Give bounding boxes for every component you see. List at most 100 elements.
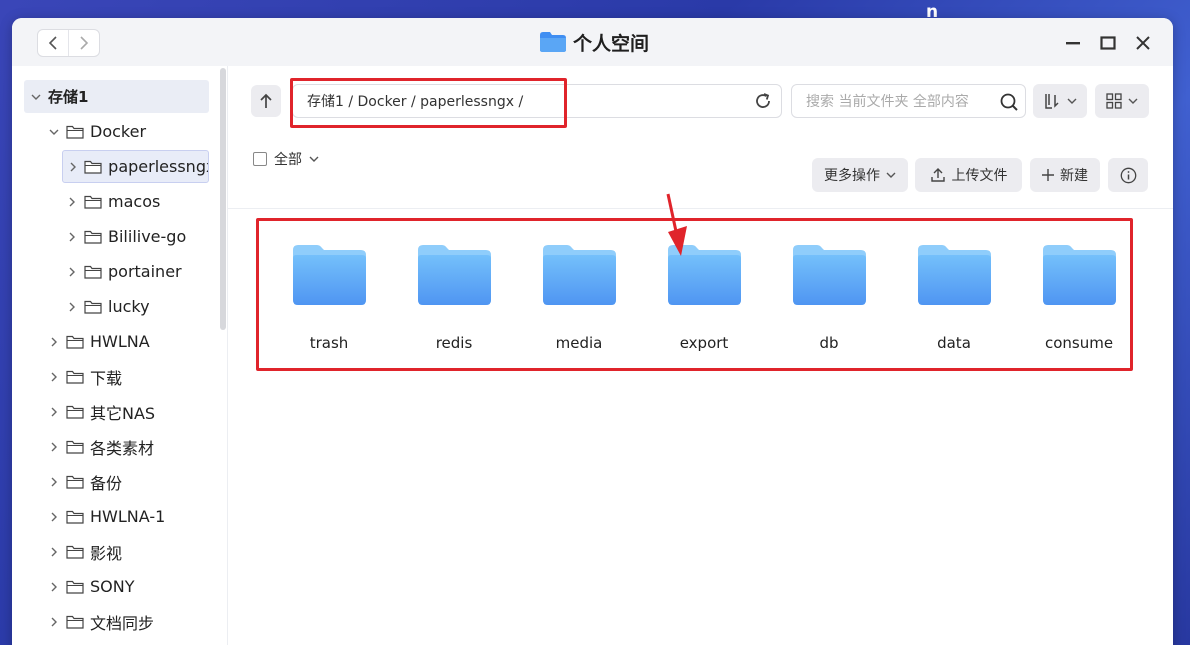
minimize-button[interactable] — [1062, 32, 1084, 54]
chevron-right-icon[interactable] — [48, 512, 60, 522]
chevron-right-icon[interactable] — [48, 407, 60, 417]
folder-item[interactable]: media — [524, 242, 634, 362]
chevron-down-icon[interactable] — [30, 92, 42, 102]
sidebar-scrollbar[interactable] — [220, 68, 226, 330]
folder-item[interactable]: db — [774, 242, 884, 362]
folder-icon — [1041, 242, 1117, 310]
folder-name: trash — [309, 334, 349, 352]
sidebar-item-label: macos — [108, 192, 161, 211]
select-all-dropdown[interactable]: 全部 — [253, 149, 319, 169]
chevron-down-icon[interactable] — [48, 127, 60, 137]
more-actions-button[interactable]: 更多操作 — [812, 158, 908, 192]
folder-icon — [84, 230, 102, 244]
sidebar-item[interactable]: 备份 — [48, 465, 122, 498]
search-icon[interactable] — [999, 92, 1019, 112]
upload-icon — [930, 168, 945, 182]
sidebar-item[interactable]: 其它NAS — [48, 395, 155, 428]
folder-icon — [84, 265, 102, 279]
chevron-right-icon[interactable] — [48, 372, 60, 382]
plus-icon — [1042, 169, 1054, 181]
sidebar-item[interactable]: SONY — [48, 570, 135, 603]
folder-item[interactable]: export — [649, 242, 759, 362]
upload-label: 上传文件 — [951, 168, 1008, 184]
sidebar-item[interactable]: lucky — [66, 290, 150, 323]
file-manager-window: 个人空间 存储1 Docker paperlessngx macos Bililive… — [12, 18, 1173, 645]
folder-icon — [66, 405, 84, 419]
new-button[interactable]: 新建 — [1030, 158, 1100, 192]
sidebar-item[interactable]: 影视 — [48, 535, 122, 568]
parent-folder-button[interactable] — [251, 85, 281, 117]
refresh-icon[interactable] — [753, 91, 773, 111]
sort-button[interactable] — [1033, 84, 1087, 118]
upload-button[interactable]: 上传文件 — [915, 158, 1022, 192]
sidebar-item[interactable]: Bililive-go — [66, 220, 186, 253]
search-input[interactable]: 搜索 当前文件夹 全部内容 — [791, 84, 1026, 118]
folder-name: consume — [1044, 334, 1114, 352]
path-bar[interactable]: 存储1 / Docker / paperlessngx / — [292, 84, 782, 118]
chevron-right-icon[interactable] — [67, 162, 78, 172]
chevron-down-icon — [1128, 98, 1138, 104]
chevron-right-icon[interactable] — [66, 267, 78, 277]
folder-name: media — [555, 334, 603, 352]
folder-name: data — [937, 334, 971, 352]
minimize-icon — [1066, 42, 1080, 45]
tree-root-label: 存储1 — [48, 88, 89, 106]
folder-icon — [416, 242, 492, 310]
sidebar-item[interactable]: macos — [66, 185, 160, 218]
sidebar-item[interactable]: HWLNA — [48, 325, 150, 358]
folder-icon — [916, 242, 992, 310]
sidebar-item[interactable]: HWLNA-1 — [48, 500, 165, 533]
folder-icon — [84, 160, 102, 174]
sidebar-item-label: 其它NAS — [90, 403, 156, 423]
back-button[interactable] — [38, 30, 68, 56]
folder-item[interactable]: consume — [1024, 242, 1134, 362]
path-text: 存储1 / Docker / paperlessngx / — [307, 94, 524, 110]
sidebar-item-label: lucky — [108, 297, 150, 316]
chevron-right-icon[interactable] — [48, 442, 60, 452]
close-button[interactable] — [1132, 32, 1154, 54]
chevron-down-icon — [309, 156, 319, 162]
sidebar-item[interactable]: paperlessngx — [62, 150, 209, 183]
chevron-right-icon[interactable] — [48, 547, 60, 557]
folder-icon — [66, 370, 84, 384]
sidebar-item-label: 各类素材 — [90, 438, 155, 458]
folder-item[interactable]: redis — [399, 242, 509, 362]
history-nav — [37, 29, 100, 57]
chevron-right-icon[interactable] — [66, 232, 78, 242]
select-all-checkbox[interactable] — [253, 152, 267, 166]
folder-name: export — [679, 334, 729, 352]
sidebar-item-label: HWLNA — [90, 332, 150, 351]
sidebar-item[interactable]: 文档同步 — [48, 605, 154, 638]
search-placeholder: 搜索 当前文件夹 全部内容 — [806, 94, 969, 110]
sidebar-item[interactable]: Docker — [48, 115, 146, 148]
sidebar-item[interactable]: 下载 — [48, 360, 122, 393]
sidebar-item-label: HWLNA-1 — [90, 507, 166, 526]
sidebar-item[interactable]: portainer — [66, 255, 182, 288]
folder-icon — [84, 195, 102, 209]
close-icon — [1136, 36, 1150, 50]
tree-root-storage1[interactable]: 存储1 — [24, 80, 209, 113]
window-title: 个人空间 — [539, 28, 649, 56]
sidebar-item-label: 文档同步 — [90, 613, 155, 633]
chevron-right-icon[interactable] — [66, 197, 78, 207]
folder-item[interactable]: data — [899, 242, 1009, 362]
info-icon — [1120, 167, 1136, 183]
chevron-right-icon[interactable] — [48, 617, 60, 627]
chevron-right-icon[interactable] — [66, 302, 78, 312]
info-button[interactable] — [1108, 158, 1148, 192]
folder-name: redis — [435, 334, 473, 352]
forward-button[interactable] — [68, 30, 99, 56]
chevron-right-icon[interactable] — [48, 337, 60, 347]
toolbar-divider — [228, 208, 1173, 209]
arrow-up-icon — [260, 93, 272, 108]
maximize-button[interactable] — [1097, 32, 1119, 54]
folder-name: db — [819, 334, 839, 352]
chevron-right-icon[interactable] — [48, 477, 60, 487]
main-pane: 存储1 / Docker / paperlessngx / 搜索 当前文件夹 全… — [228, 66, 1173, 645]
folder-icon — [66, 475, 84, 489]
view-mode-button[interactable] — [1095, 84, 1149, 118]
folder-item[interactable]: trash — [274, 242, 384, 362]
title-bar: 个人空间 — [12, 18, 1173, 66]
sidebar-item[interactable]: 各类素材 — [48, 430, 154, 463]
chevron-right-icon[interactable] — [48, 582, 60, 592]
